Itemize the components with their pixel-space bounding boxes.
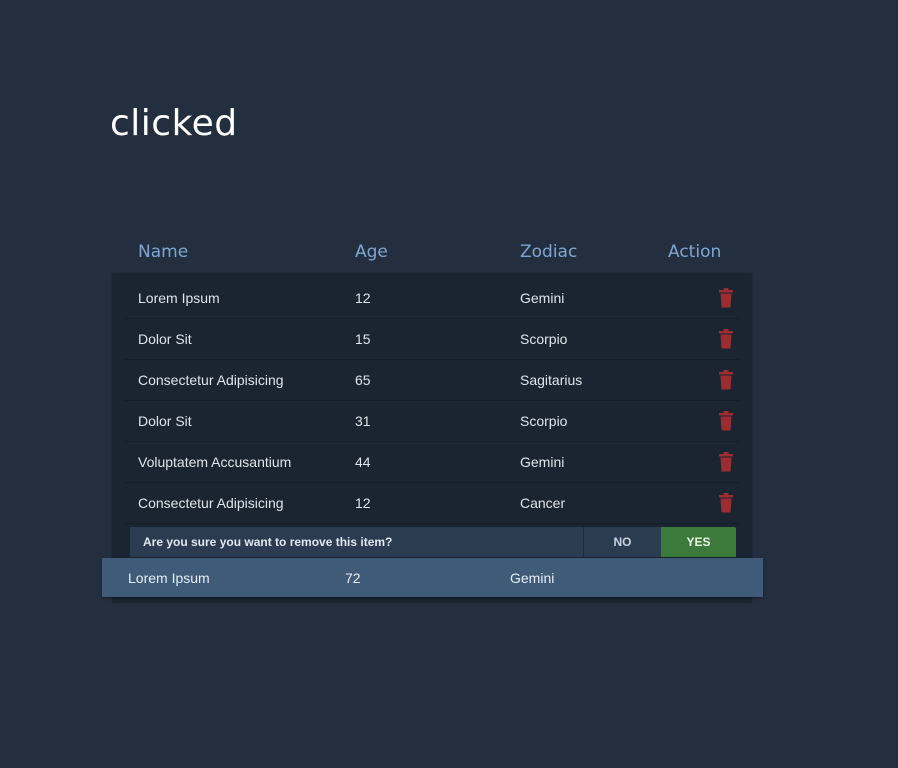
- cell-name: Consectetur Adipisicing: [138, 495, 284, 511]
- cell-age: 12: [355, 290, 371, 306]
- selected-row[interactable]: Lorem Ipsum 72 Gemini: [102, 558, 763, 597]
- selected-row-name: Lorem Ipsum: [128, 570, 210, 586]
- cell-name: Lorem Ipsum: [138, 290, 220, 306]
- cell-zodiac: Gemini: [520, 454, 565, 470]
- cell-age: 31: [355, 413, 371, 429]
- cell-zodiac: Gemini: [520, 290, 565, 306]
- cell-age: 65: [355, 372, 371, 388]
- trash-icon[interactable]: [718, 329, 734, 349]
- cell-name: Consectetur Adipisicing: [138, 372, 284, 388]
- selected-row-zodiac: Gemini: [510, 570, 555, 586]
- page-title: clicked: [110, 103, 238, 144]
- cell-age: 12: [355, 495, 371, 511]
- page: clicked Name Age Zodiac Action Lorem Ips…: [0, 0, 898, 768]
- no-button[interactable]: NO: [583, 527, 661, 557]
- cell-age: 15: [355, 331, 371, 347]
- cell-name: Dolor Sit: [138, 331, 192, 347]
- cell-zodiac: Sagitarius: [520, 372, 583, 388]
- confirm-message: Are you sure you want to remove this ite…: [143, 535, 393, 549]
- cell-age: 44: [355, 454, 371, 470]
- cell-zodiac: Scorpio: [520, 331, 568, 347]
- cell-zodiac: Scorpio: [520, 413, 568, 429]
- trash-icon[interactable]: [718, 411, 734, 431]
- cell-name: Dolor Sit: [138, 413, 192, 429]
- header-action: Action: [668, 242, 722, 262]
- yes-button[interactable]: YES: [661, 527, 736, 557]
- header-zodiac: Zodiac: [520, 242, 578, 262]
- table-row: Consectetur Adipisicing 12 Cancer: [124, 483, 740, 524]
- table-row: Voluptatem Accusantium 44 Gemini: [124, 442, 740, 483]
- remove-confirmation: Are you sure you want to remove this ite…: [130, 527, 736, 557]
- table-row: Consectetur Adipisicing 65 Sagitarius: [124, 360, 740, 401]
- selected-row-age: 72: [345, 570, 361, 586]
- trash-icon[interactable]: [718, 452, 734, 472]
- cell-zodiac: Cancer: [520, 495, 566, 511]
- table-rows: Lorem Ipsum 12 Gemini Dolor Sit 15 Scorp…: [124, 278, 740, 524]
- trash-icon[interactable]: [718, 288, 734, 308]
- cell-name: Voluptatem Accusantium: [138, 454, 292, 470]
- trash-icon[interactable]: [718, 493, 734, 513]
- table-row: Dolor Sit 31 Scorpio: [124, 401, 740, 442]
- table-row: Dolor Sit 15 Scorpio: [124, 319, 740, 360]
- table-row: Lorem Ipsum 12 Gemini: [124, 278, 740, 319]
- table-header: Name Age Zodiac Action: [112, 230, 752, 274]
- trash-icon[interactable]: [718, 370, 734, 390]
- header-name: Name: [138, 242, 189, 262]
- header-age: Age: [355, 242, 388, 262]
